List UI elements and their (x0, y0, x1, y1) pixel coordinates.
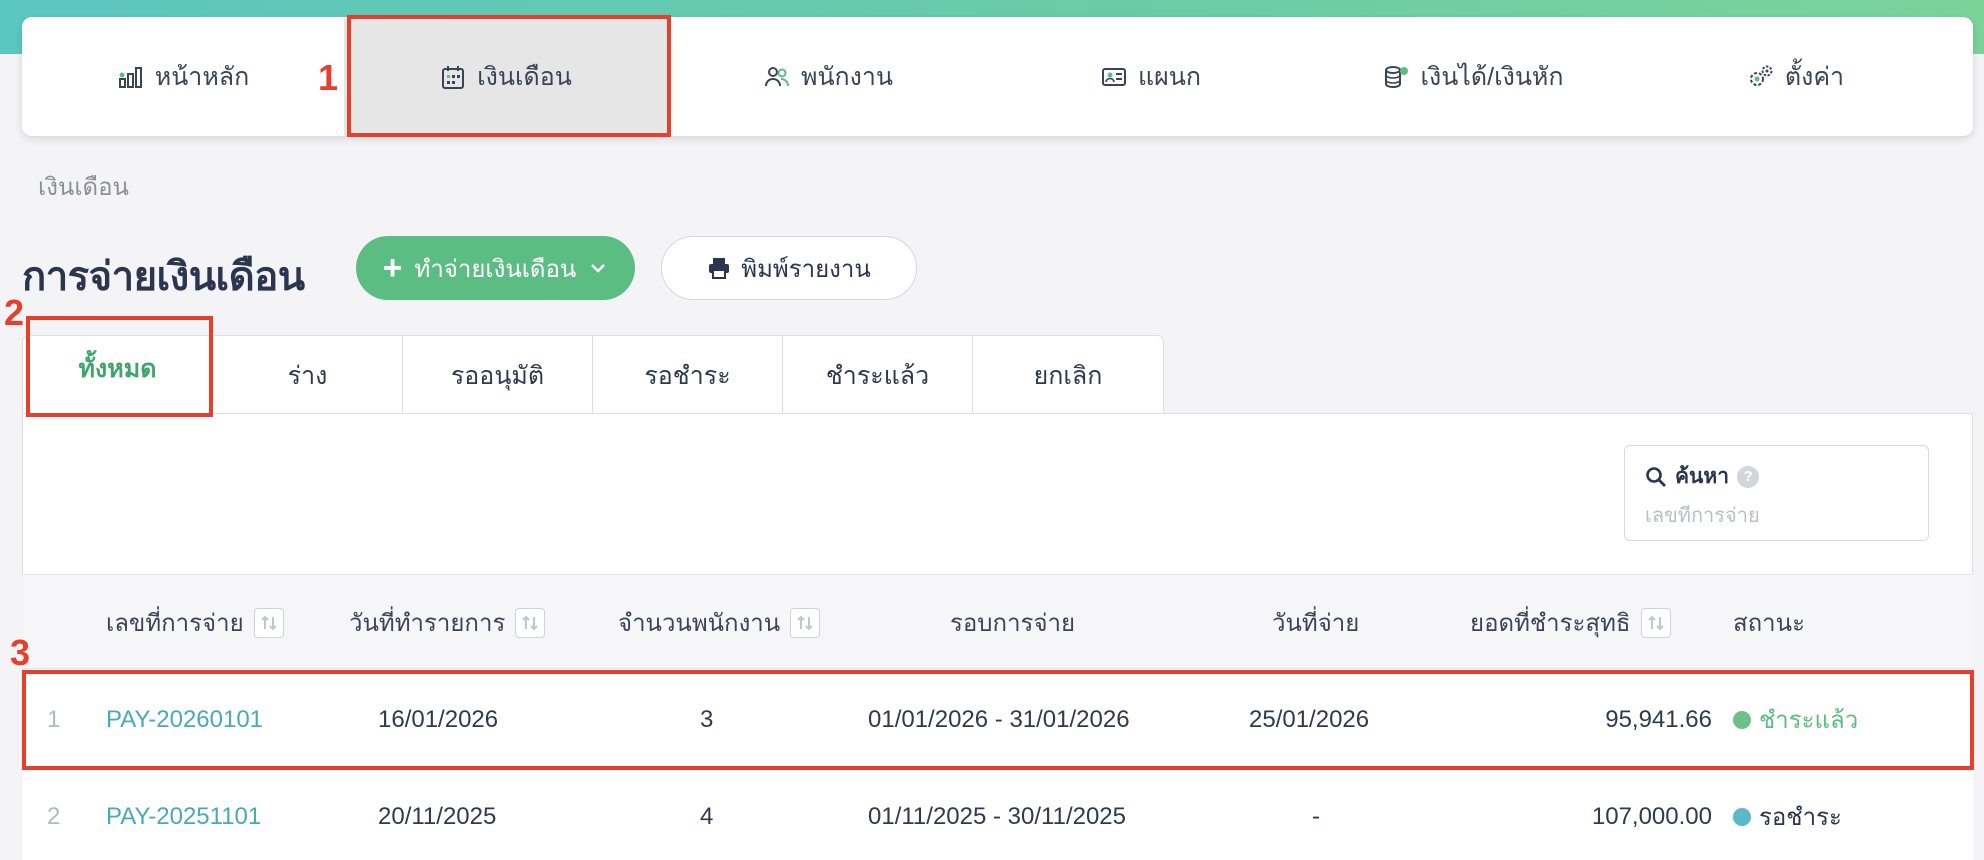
pay-no-link[interactable]: PAY-20251101 (106, 768, 261, 860)
nav-item-settings[interactable]: ตั้งค่า (1634, 17, 1957, 136)
status-dot-icon (1733, 807, 1751, 826)
row-index: 2 (47, 802, 61, 830)
column-header-transaction-date[interactable]: วันที่ทำรายการ (349, 575, 546, 670)
transaction-date-cell: 16/01/2026 (378, 705, 499, 733)
printer-icon (709, 258, 730, 279)
nav-item-home[interactable]: หน้าหลัก (22, 17, 344, 136)
table-header: เลขที่การจ่าย วันที่ทำรายการ จำนวนพนักงา… (22, 574, 1973, 669)
column-header-label: วันที่ทำรายการ (349, 610, 506, 637)
column-header-label: จำนวนพนักงาน (618, 610, 781, 637)
nav-item-label: พนักงาน (800, 62, 894, 91)
annotation-number: 1 (318, 57, 339, 98)
employee-count-cell: 3 (700, 705, 714, 733)
status-tabs: ทั้งหมด ร่าง รออนุมัติ รอชำระ ชำระแล้ว ย… (22, 335, 1164, 416)
table-row[interactable]: 2 PAY-20251101 20/11/2025 4 01/11/2025 -… (22, 768, 1973, 860)
page-title: การจ่ายเงินเดือน (22, 255, 305, 299)
coins-icon (1382, 63, 1410, 91)
row-index: 1 (47, 705, 61, 733)
net-amount-cell: 107,000.00 (1591, 802, 1712, 830)
main-navbar: หน้าหลัก เงินเดือน พนักงาน แผนก เงินได้/… (22, 17, 1973, 136)
plus-icon: + (382, 249, 403, 287)
column-header-label: เลขที่การจ่าย (106, 610, 244, 637)
pay-period-cell: 01/11/2025 - 30/11/2025 (868, 802, 1126, 830)
employee-count-cell: 4 (700, 802, 714, 830)
search-icon (1646, 466, 1666, 487)
print-report-label: พิมพ์รายงาน (741, 255, 871, 283)
nav-item-departments[interactable]: แผนก (989, 17, 1312, 136)
net-amount-cell: 95,941.66 (1605, 705, 1712, 733)
search-label: ค้นหา (1675, 465, 1730, 488)
status-label: รอชำระ (1759, 804, 1842, 831)
nav-item-label: แผนก (1138, 62, 1201, 91)
tab-draft[interactable]: ร่าง (213, 336, 403, 416)
table-row[interactable]: 1 PAY-20260101 16/01/2026 3 01/01/2026 -… (22, 671, 1973, 768)
search-input[interactable] (1645, 505, 1908, 528)
print-report-button[interactable]: พิมพ์รายงาน (661, 236, 917, 300)
bar-chart-icon (117, 63, 145, 91)
create-payroll-button[interactable]: + ทำจ่ายเงินเดือน (356, 236, 635, 300)
annotation-number: 3 (10, 632, 31, 673)
nav-item-label: ตั้งค่า (1784, 62, 1845, 91)
pay-no-link[interactable]: PAY-20260101 (106, 671, 263, 768)
id-card-icon (1100, 63, 1128, 91)
pay-date-cell: 25/01/2026 (1249, 705, 1370, 733)
pay-date-cell: - (1312, 802, 1320, 830)
calendar-icon (439, 63, 467, 91)
status-dot-icon (1733, 710, 1751, 729)
column-header-label: ยอดที่ชำระสุทธิ (1470, 610, 1631, 637)
nav-item-employees[interactable]: พนักงาน (667, 17, 989, 136)
search-label-row: ค้นหา ? (1645, 460, 1908, 493)
annotation-number: 2 (4, 292, 25, 333)
column-header-status: สถานะ (1733, 610, 1805, 637)
users-icon (763, 63, 791, 91)
nav-item-label: เงินเดือน (477, 62, 572, 91)
status-badge: รอชำระ (1733, 768, 1842, 860)
search-box: ค้นหา ? (1624, 445, 1929, 541)
create-payroll-label: ทำจ่ายเงินเดือน (414, 255, 577, 283)
tab-all[interactable]: ทั้งหมด (23, 336, 213, 416)
sort-icon[interactable] (253, 607, 284, 638)
gears-icon (1747, 63, 1775, 91)
tab-cancelled[interactable]: ยกเลิก (973, 336, 1163, 416)
nav-item-earnings-deductions[interactable]: เงินได้/เงินหัก (1312, 17, 1634, 136)
column-header-pay-no[interactable]: เลขที่การจ่าย (106, 575, 284, 670)
tab-pending-approval[interactable]: รออนุมัติ (403, 336, 593, 416)
tab-awaiting-payment[interactable]: รอชำระ (593, 336, 783, 416)
breadcrumb[interactable]: เงินเดือน (38, 167, 129, 206)
sort-icon[interactable] (790, 607, 821, 638)
column-header-pay-period: รอบการจ่าย (950, 610, 1076, 637)
help-icon[interactable]: ? (1737, 465, 1760, 488)
column-header-employees[interactable]: จำนวนพนักงาน (618, 575, 821, 670)
pay-period-cell: 01/01/2026 - 31/01/2026 (868, 705, 1130, 733)
status-label: ชำระแล้ว (1759, 707, 1859, 734)
sort-icon[interactable] (1640, 607, 1671, 638)
nav-item-payroll[interactable]: เงินเดือน (344, 17, 667, 136)
nav-item-label: เงินได้/เงินหัก (1420, 62, 1564, 91)
chevron-down-icon (591, 264, 606, 273)
sort-icon[interactable] (515, 607, 546, 638)
column-header-pay-date: วันที่จ่าย (1272, 610, 1360, 637)
nav-item-label: หน้าหลัก (154, 62, 250, 91)
status-badge: ชำระแล้ว (1733, 671, 1858, 768)
tab-paid[interactable]: ชำระแล้ว (783, 336, 973, 416)
column-header-net-amount[interactable]: ยอดที่ชำระสุทธิ (1470, 575, 1671, 670)
transaction-date-cell: 20/11/2025 (378, 802, 497, 830)
